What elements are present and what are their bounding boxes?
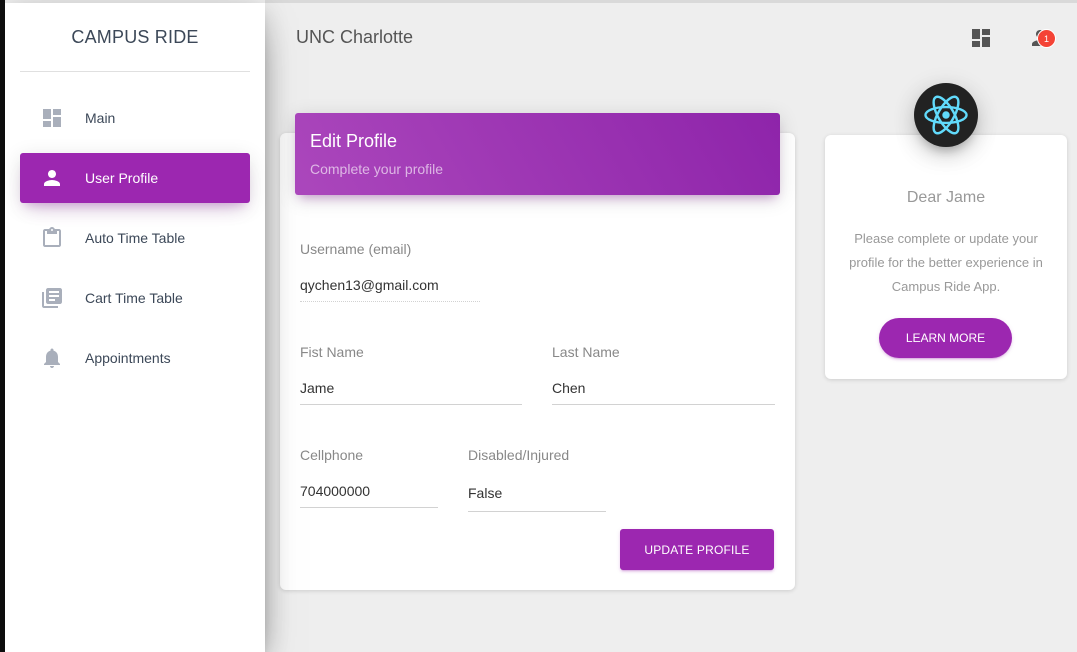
clipboard-icon: [40, 226, 64, 250]
sidebar-item-user-profile[interactable]: User Profile: [20, 153, 250, 203]
disabled-underline: [468, 511, 606, 512]
cellphone-value: 704000000: [300, 483, 371, 499]
disabled-value: False: [468, 485, 503, 501]
username-underline: [300, 301, 480, 302]
sidebar-item-label: Main: [85, 110, 116, 126]
learn-more-button[interactable]: LEARN MORE: [879, 318, 1012, 358]
username-value: qychen13@gmail.com: [300, 277, 439, 293]
disabled-field[interactable]: Disabled/Injured False: [468, 447, 606, 513]
sidebar-item-cart-time-table[interactable]: Cart Time Table: [20, 273, 250, 323]
sidebar-item-appointments[interactable]: Appointments: [20, 333, 250, 383]
sidebar-item-auto-time-table[interactable]: Auto Time Table: [20, 213, 250, 263]
card-title: Edit Profile: [310, 131, 398, 151]
sidebar-item-main[interactable]: Main: [20, 93, 250, 143]
notification-badge[interactable]: 1: [1037, 29, 1056, 48]
dashboard-icon[interactable]: [969, 26, 993, 50]
username-field[interactable]: Username (email) qychen13@gmail.com: [300, 241, 480, 303]
last-name-underline: [552, 404, 775, 405]
first-name-field[interactable]: Fist Name Jame: [300, 344, 522, 406]
card-subtitle: Complete your profile: [310, 161, 444, 177]
username-label: Username (email): [300, 241, 412, 257]
first-name-underline: [300, 404, 522, 405]
card-header: Edit Profile Complete your profile: [295, 113, 780, 195]
page-title[interactable]: UNC Charlotte: [296, 27, 413, 48]
cellphone-field[interactable]: Cellphone 704000000: [300, 447, 438, 509]
brand-title[interactable]: CAMPUS RIDE: [20, 3, 250, 72]
cellphone-label: Cellphone: [300, 447, 364, 463]
first-name-label: Fist Name: [300, 344, 364, 360]
first-name-value: Jame: [300, 380, 335, 396]
sidebar-item-label: Cart Time Table: [85, 290, 183, 306]
react-logo-icon: [914, 83, 978, 147]
sidebar-item-label: Auto Time Table: [85, 230, 186, 246]
disabled-label: Disabled/Injured: [468, 447, 570, 463]
person-icon: [40, 166, 64, 190]
profile-greeting: Dear Jame: [906, 189, 986, 206]
cellphone-underline: [300, 507, 438, 508]
last-name-value: Chen: [552, 380, 586, 396]
sidebar-item-label: User Profile: [85, 170, 159, 186]
dashboard-icon: [40, 106, 64, 130]
sidebar-item-label: Appointments: [85, 350, 171, 366]
last-name-label: Last Name: [552, 344, 620, 360]
bell-icon: [40, 346, 64, 370]
profile-description: Please complete or update your profile f…: [849, 231, 1043, 294]
sidebar: CAMPUS RIDE Main User Profile Auto Time …: [5, 3, 265, 652]
sidebar-nav: Main User Profile Auto Time Table Cart T…: [20, 93, 250, 393]
top-border: [265, 0, 1077, 3]
library-books-icon: [40, 286, 64, 310]
update-profile-button[interactable]: UPDATE PROFILE: [620, 529, 774, 570]
last-name-field[interactable]: Last Name Chen: [552, 344, 775, 406]
